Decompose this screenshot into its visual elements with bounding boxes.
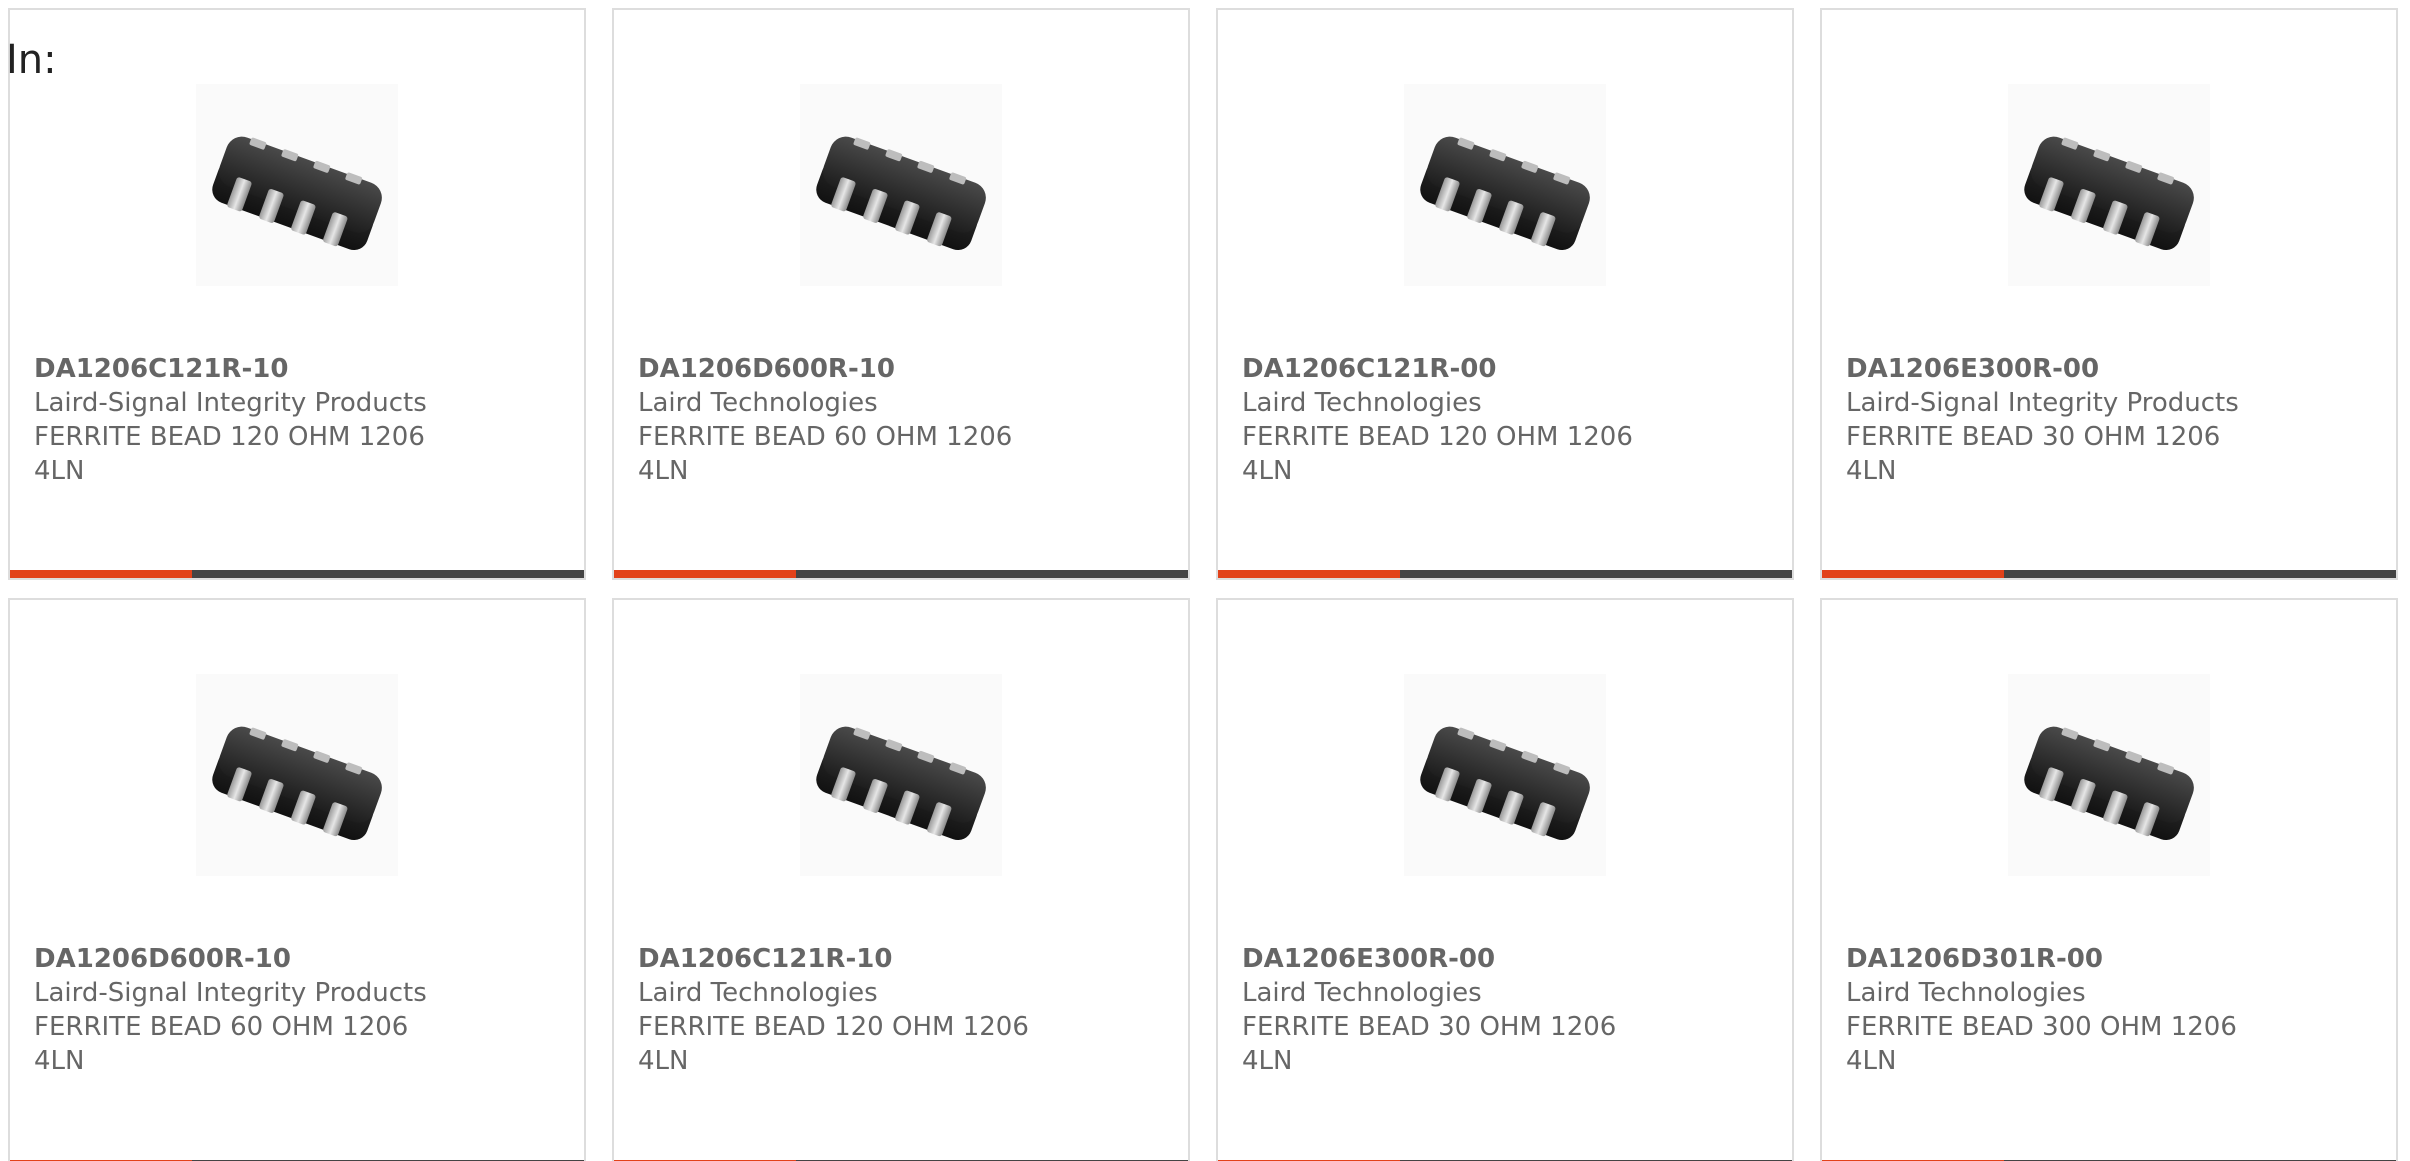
product-grid-page: In: DA1206C121R-10 Laird-Signal Integrit… — [0, 0, 2410, 1161]
manufacturer: Laird-Signal Integrity Products — [34, 388, 427, 418]
product-info: DA1206D600R-10 Laird Technologies FERRIT… — [638, 352, 1068, 488]
part-number-link[interactable]: DA1206D600R-10 — [638, 352, 1068, 386]
ferrite-bead-chip-icon — [212, 726, 382, 841]
card-footer-bar — [10, 570, 584, 578]
product-card[interactable]: DA1206C121R-10 Laird Technologies FERRIT… — [612, 598, 1190, 1161]
part-number-link[interactable]: DA1206C121R-00 — [1242, 352, 1672, 386]
manufacturer: Laird Technologies — [1242, 978, 1482, 1008]
ferrite-bead-chip-icon — [1420, 136, 1590, 251]
product-image[interactable] — [196, 674, 398, 876]
card-accent-bar — [1218, 570, 1400, 578]
product-info: DA1206E300R-00 Laird Technologies FERRIT… — [1242, 942, 1672, 1078]
ferrite-bead-chip-icon — [816, 726, 986, 841]
manufacturer: Laird Technologies — [638, 388, 878, 418]
card-accent-bar — [10, 570, 192, 578]
manufacturer: Laird Technologies — [1846, 978, 2086, 1008]
ferrite-bead-chip-icon — [816, 136, 986, 251]
ferrite-bead-chip-icon — [1420, 726, 1590, 841]
part-number-link[interactable]: DA1206D301R-00 — [1846, 942, 2276, 976]
description: FERRITE BEAD 120 OHM 1206 4LN — [34, 422, 425, 486]
description: FERRITE BEAD 300 OHM 1206 4LN — [1846, 1012, 2237, 1076]
product-card[interactable]: DA1206E300R-00 Laird Technologies FERRIT… — [1216, 598, 1794, 1161]
product-card[interactable]: DA1206D600R-10 Laird-Signal Integrity Pr… — [8, 598, 586, 1161]
card-accent-bar — [1822, 570, 2004, 578]
product-info: DA1206D301R-00 Laird Technologies FERRIT… — [1846, 942, 2276, 1078]
manufacturer: Laird-Signal Integrity Products — [1846, 388, 2239, 418]
card-footer-bar — [614, 570, 1188, 578]
ferrite-bead-chip-icon — [2024, 136, 2194, 251]
filter-in-label: In: — [6, 37, 57, 83]
product-image[interactable] — [196, 84, 398, 286]
part-number-link[interactable]: DA1206C121R-10 — [638, 942, 1068, 976]
product-info: DA1206C121R-10 Laird-Signal Integrity Pr… — [34, 352, 464, 488]
manufacturer: Laird Technologies — [638, 978, 878, 1008]
product-card[interactable]: DA1206E300R-00 Laird-Signal Integrity Pr… — [1820, 8, 2398, 580]
product-card[interactable]: DA1206D600R-10 Laird Technologies FERRIT… — [612, 8, 1190, 580]
ferrite-bead-chip-icon — [212, 136, 382, 251]
description: FERRITE BEAD 30 OHM 1206 4LN — [1242, 1012, 1617, 1076]
product-card[interactable]: DA1206C121R-10 Laird-Signal Integrity Pr… — [8, 8, 586, 580]
part-number-link[interactable]: DA1206C121R-10 — [34, 352, 464, 386]
manufacturer: Laird-Signal Integrity Products — [34, 978, 427, 1008]
product-info: DA1206D600R-10 Laird-Signal Integrity Pr… — [34, 942, 464, 1078]
ferrite-bead-chip-icon — [2024, 726, 2194, 841]
description: FERRITE BEAD 60 OHM 1206 4LN — [638, 422, 1013, 486]
product-card[interactable]: DA1206D301R-00 Laird Technologies FERRIT… — [1820, 598, 2398, 1161]
part-number-link[interactable]: DA1206D600R-10 — [34, 942, 464, 976]
product-info: DA1206C121R-00 Laird Technologies FERRIT… — [1242, 352, 1672, 488]
product-image[interactable] — [1404, 84, 1606, 286]
manufacturer: Laird Technologies — [1242, 388, 1482, 418]
product-info: DA1206C121R-10 Laird Technologies FERRIT… — [638, 942, 1068, 1078]
part-number-link[interactable]: DA1206E300R-00 — [1846, 352, 2276, 386]
product-image[interactable] — [2008, 84, 2210, 286]
description: FERRITE BEAD 60 OHM 1206 4LN — [34, 1012, 409, 1076]
card-accent-bar — [614, 570, 796, 578]
description: FERRITE BEAD 120 OHM 1206 4LN — [638, 1012, 1029, 1076]
part-number-link[interactable]: DA1206E300R-00 — [1242, 942, 1672, 976]
product-card[interactable]: DA1206C121R-00 Laird Technologies FERRIT… — [1216, 8, 1794, 580]
product-image[interactable] — [800, 84, 1002, 286]
product-image[interactable] — [1404, 674, 1606, 876]
description: FERRITE BEAD 30 OHM 1206 4LN — [1846, 422, 2221, 486]
card-footer-bar — [1822, 570, 2396, 578]
product-image[interactable] — [800, 674, 1002, 876]
card-footer-bar — [1218, 570, 1792, 578]
product-info: DA1206E300R-00 Laird-Signal Integrity Pr… — [1846, 352, 2276, 488]
description: FERRITE BEAD 120 OHM 1206 4LN — [1242, 422, 1633, 486]
product-image[interactable] — [2008, 674, 2210, 876]
